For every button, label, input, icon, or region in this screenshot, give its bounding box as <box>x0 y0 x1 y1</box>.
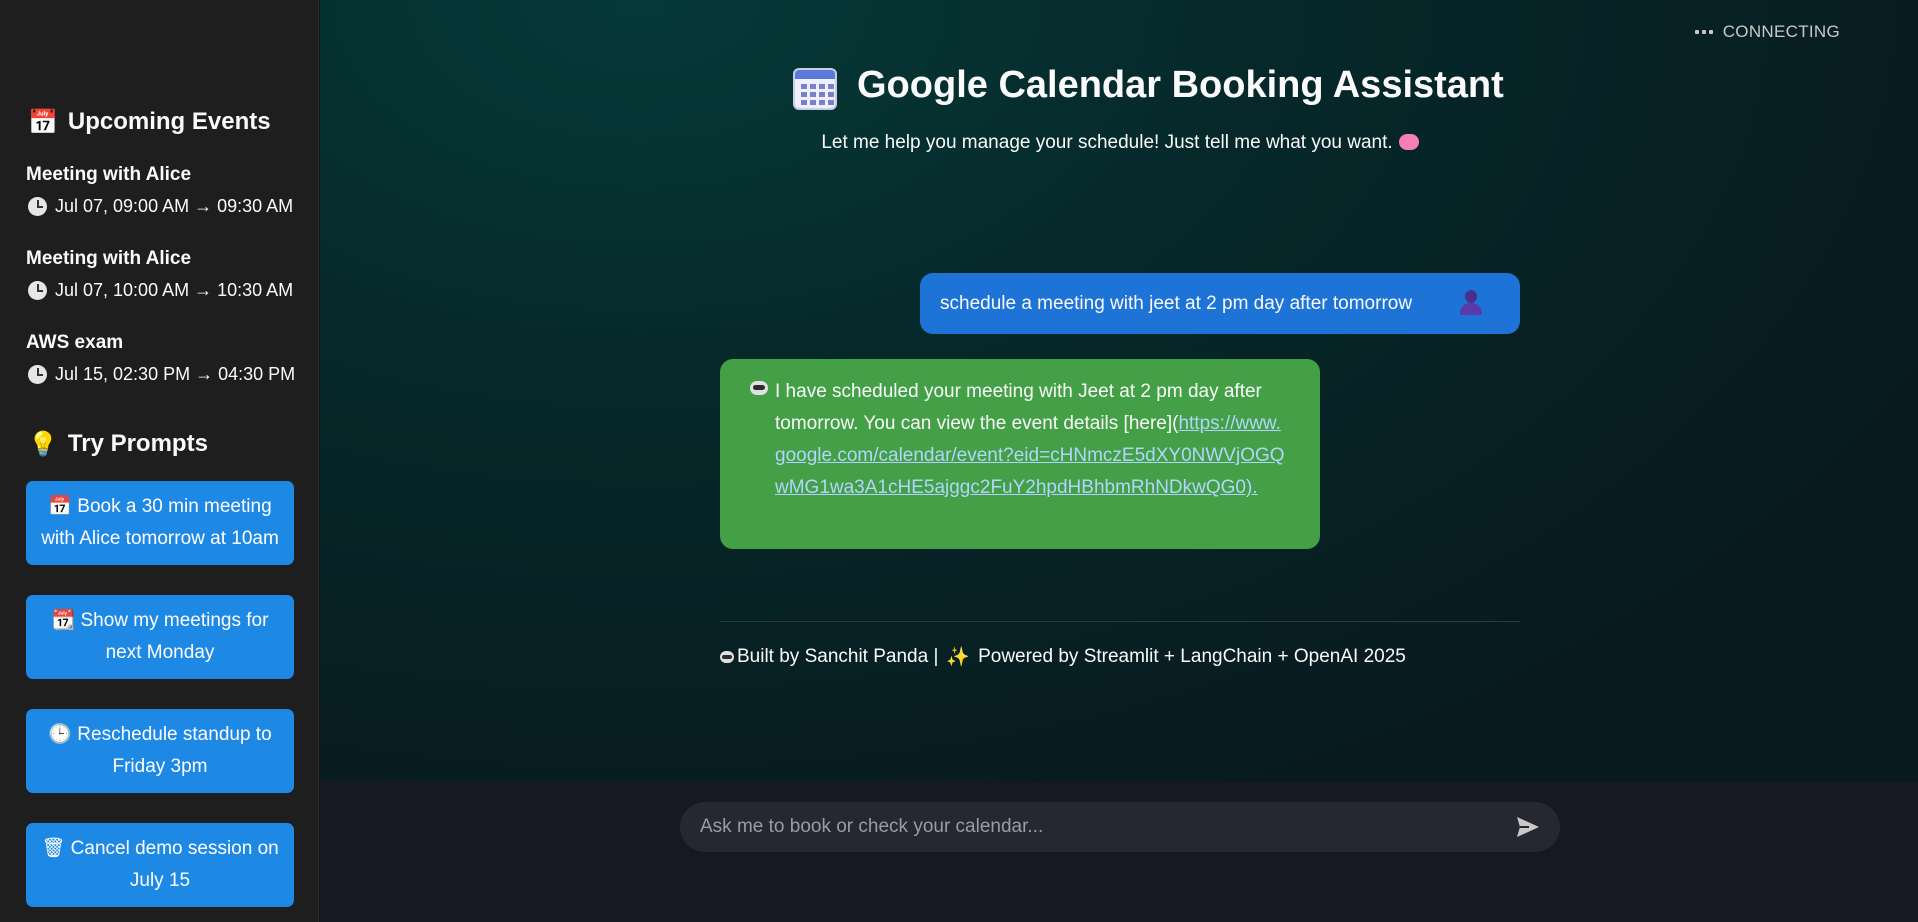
prompt-button-show-meetings[interactable]: 📆 Show my meetings for next Monday <box>26 595 294 679</box>
event-time: Jul 15, 02:30 PM → 04:30 PM <box>55 364 296 384</box>
clock-icon <box>28 281 47 300</box>
user-avatar-icon <box>1458 290 1484 316</box>
calendar-icon: 📅 <box>48 496 78 517</box>
brain-icon <box>1398 134 1419 150</box>
dots-icon <box>1694 30 1713 34</box>
page-subtitle: Let me help you manage your schedule! Ju… <box>320 132 1918 154</box>
robot-icon <box>720 650 735 663</box>
chat-input[interactable] <box>700 816 1516 838</box>
event-title: AWS exam <box>26 332 124 353</box>
clock-icon: 🕒 <box>48 724 78 745</box>
main-area: CONNECTING Google Calendar Booking Assis… <box>320 0 1918 782</box>
prompt-button-cancel[interactable]: 🗑 Cancel demo session on July 15 <box>26 823 294 907</box>
event-title: Meeting with Alice <box>26 248 192 269</box>
event-item: AWS exam Jul 15, 02:30 PM → 04:30 PM <box>26 332 295 385</box>
footer: Built by Sanchit Panda | ✨ Powered by St… <box>720 645 1406 668</box>
lightbulb-icon: 💡 <box>28 430 58 458</box>
event-item: Meeting with Alice Jul 07, 10:00 AM → 10… <box>26 248 293 301</box>
send-icon[interactable] <box>1516 816 1540 838</box>
sidebar: 📅 Upcoming Events Meeting with Alice Jul… <box>0 0 319 922</box>
event-time: Jul 07, 10:00 AM → 10:30 AM <box>55 280 294 300</box>
sparkles-icon: ✨ <box>946 646 971 668</box>
chat-input-bar <box>320 782 1918 922</box>
chat-input-container <box>680 802 1560 852</box>
page-title: Google Calendar Booking Assistant <box>857 64 1504 106</box>
event-title: Meeting with Alice <box>26 164 192 185</box>
prompt-button-reschedule[interactable]: 🕒 Reschedule standup to Friday 3pm <box>26 709 294 793</box>
try-prompts-heading: 💡 Try Prompts <box>28 430 208 458</box>
connection-status: CONNECTING <box>1694 22 1840 42</box>
divider <box>720 621 1520 622</box>
event-item: Meeting with Alice Jul 07, 09:00 AM → 09… <box>26 164 293 217</box>
upcoming-events-heading: 📅 Upcoming Events <box>28 108 271 136</box>
calendar-icon <box>793 68 837 110</box>
robot-icon <box>750 379 768 395</box>
wastebasket-icon: 🗑 <box>41 838 71 859</box>
assistant-message: I have scheduled your meeting with Jeet … <box>720 359 1320 549</box>
clock-icon <box>28 365 47 384</box>
clock-icon <box>28 197 47 216</box>
calendar-icon: 📅 <box>28 108 58 136</box>
calendar-icon: 📆 <box>51 610 81 631</box>
event-time: Jul 07, 09:00 AM → 09:30 AM <box>55 196 294 216</box>
user-message: schedule a meeting with jeet at 2 pm day… <box>920 273 1520 334</box>
prompt-button-book-meeting[interactable]: 📅 Book a 30 min meeting with Alice tomor… <box>26 481 294 565</box>
